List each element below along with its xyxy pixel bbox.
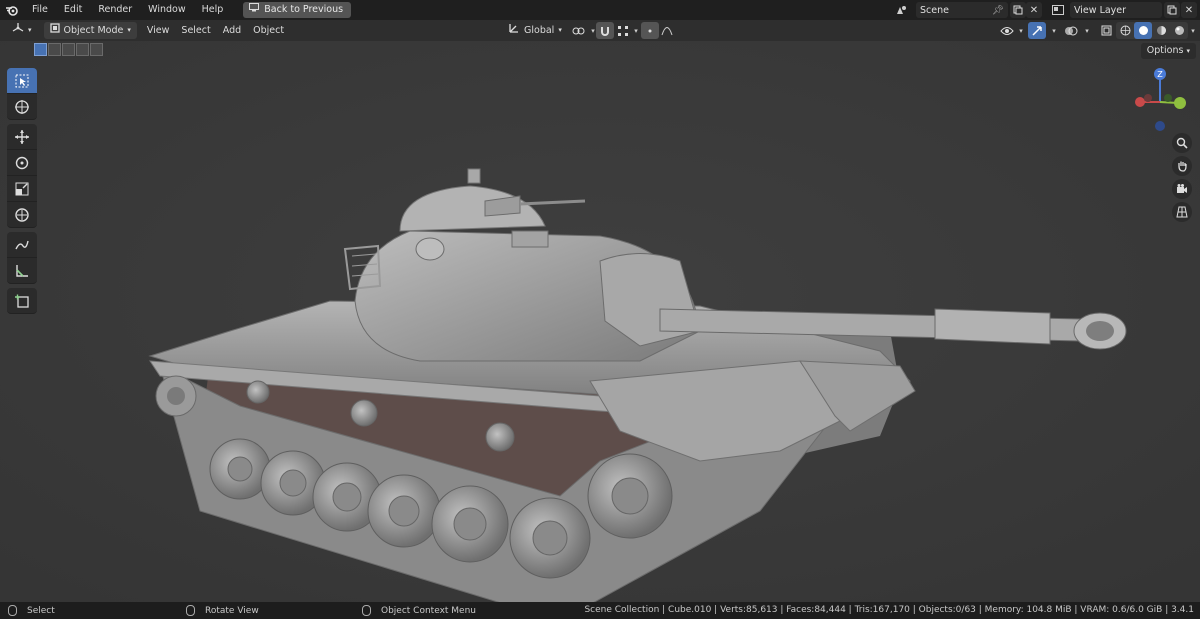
status-context-label: Object Context Menu [381,605,477,616]
blender-logo-icon[interactable] [0,0,24,20]
chevron-down-icon[interactable]: ▾ [1184,22,1200,39]
add-cube-tool-icon[interactable] [7,288,37,314]
transform-orientation-dropdown[interactable]: Global ▾ [502,22,568,39]
view-layer-icon[interactable] [1050,2,1066,18]
mouse-right-icon [362,605,371,616]
scene-type-icon[interactable] [893,2,909,18]
menu-render[interactable]: Render [90,0,140,20]
wireframe-shading-icon[interactable] [1116,22,1134,39]
rotate-tool-icon[interactable] [7,150,37,176]
editor-type-dropdown[interactable]: ▾ [6,22,38,39]
object-mode-icon [49,22,60,39]
mouse-middle-icon [186,605,195,616]
show-gizmo-icon[interactable] [1028,22,1046,39]
view-layer-field[interactable]: View Layer [1070,2,1162,18]
falloff-icon[interactable] [658,22,676,39]
options-label: Options [1146,45,1184,56]
select-invert-icon[interactable] [76,43,89,56]
status-right-click: Object Context Menu [362,605,476,616]
3d-viewport-icon [12,22,24,39]
move-tool-icon[interactable] [7,124,37,150]
mode-dropdown[interactable]: Object Mode ▾ [43,22,137,39]
selection-mode-group [34,43,103,56]
3d-viewport[interactable]: Options ▾ Z [0,41,1200,602]
zoom-icon[interactable] [1172,133,1192,153]
chevron-down-icon: ▾ [28,26,32,34]
status-middle-click: Rotate View [186,605,259,616]
new-scene-icon[interactable] [1010,2,1026,18]
solid-shading-icon[interactable] [1134,22,1152,39]
top-menu-bar: File Edit Render Window Help Back to Pre… [0,0,1200,20]
cursor-tool-icon[interactable] [7,94,37,120]
chevron-down-icon: ▾ [127,26,131,34]
material-shading-icon[interactable] [1152,22,1170,39]
view-layer-name: View Layer [1074,4,1127,16]
orientation-label: Global [524,25,555,36]
orientation-icon [508,22,520,40]
snap-magnet-icon[interactable] [596,22,614,39]
perspective-grid-icon[interactable] [1172,202,1192,222]
menu-add[interactable]: Add [217,22,247,39]
status-bar: Select Rotate View Object Context Menu S… [0,602,1200,619]
select-subtract-icon[interactable] [62,43,75,56]
annotate-tool-icon[interactable] [7,232,37,258]
gizmo-z-label: Z [1157,70,1163,79]
mouse-left-icon [8,605,17,616]
chevron-down-icon: ▾ [1186,47,1190,55]
transform-tool-icon[interactable] [7,202,37,228]
mode-label: Object Mode [63,25,124,36]
menu-object[interactable]: Object [247,22,290,39]
remove-view-layer-icon[interactable]: ✕ [1181,2,1197,18]
shading-mode-group [1116,22,1188,39]
menu-edit[interactable]: Edit [56,0,90,20]
new-view-layer-icon[interactable] [1164,2,1180,18]
select-intersect-icon[interactable] [90,43,103,56]
screen-icon [249,2,260,18]
menu-view[interactable]: View [141,22,176,39]
back-to-previous-button[interactable]: Back to Previous [243,2,352,18]
status-select-label: Select [27,605,55,616]
select-new-icon[interactable] [34,43,47,56]
menu-file[interactable]: File [24,0,56,20]
scene-field[interactable]: Scene 📌︎ [916,2,1008,18]
select-extend-icon[interactable] [48,43,61,56]
xray-toggle-icon[interactable] [1097,22,1115,39]
measure-tool-icon[interactable] [7,258,37,284]
options-dropdown[interactable]: Options ▾ [1140,43,1196,59]
remove-scene-icon[interactable]: ✕ [1026,2,1042,18]
camera-view-icon[interactable] [1172,179,1192,199]
navigation-gizmo[interactable]: Z [1130,66,1190,132]
pan-hand-icon[interactable] [1172,156,1192,176]
scene-statistics: Scene Collection | Cube.010 | Verts:85,6… [584,605,1194,615]
menu-select[interactable]: Select [175,22,216,39]
scene-name: Scene [920,4,949,16]
chevron-down-icon: ▾ [558,26,562,34]
tool-shelf [7,68,37,318]
scale-tool-icon[interactable] [7,176,37,202]
status-left-click: Select [8,605,55,616]
viewport-header: ▾ Object Mode ▾ View Select Add Object G… [0,20,1200,41]
chevron-down-icon[interactable]: ▾ [1045,22,1063,39]
menu-help[interactable]: Help [194,0,232,20]
menu-window[interactable]: Window [140,0,193,20]
status-rotate-label: Rotate View [205,605,259,616]
pin-icon[interactable]: 📌︎ [992,5,1004,16]
viewport-canvas [0,41,1200,602]
proportional-editing-icon[interactable] [641,22,659,39]
chevron-down-icon[interactable]: ▾ [1078,22,1096,39]
back-to-previous-label: Back to Previous [264,4,344,15]
select-box-tool-icon[interactable] [7,68,37,94]
